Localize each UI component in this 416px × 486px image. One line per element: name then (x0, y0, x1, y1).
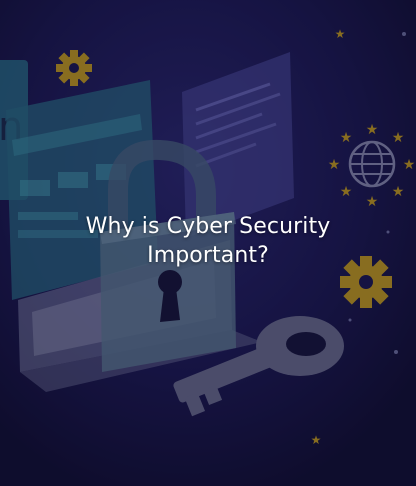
hero-card[interactable]: n (0, 0, 416, 486)
hero-title: Why is Cyber Security Important? (0, 212, 416, 270)
hero-title-line-1: Why is Cyber Security (85, 214, 331, 239)
hero-title-line-2: Important? (147, 243, 269, 268)
